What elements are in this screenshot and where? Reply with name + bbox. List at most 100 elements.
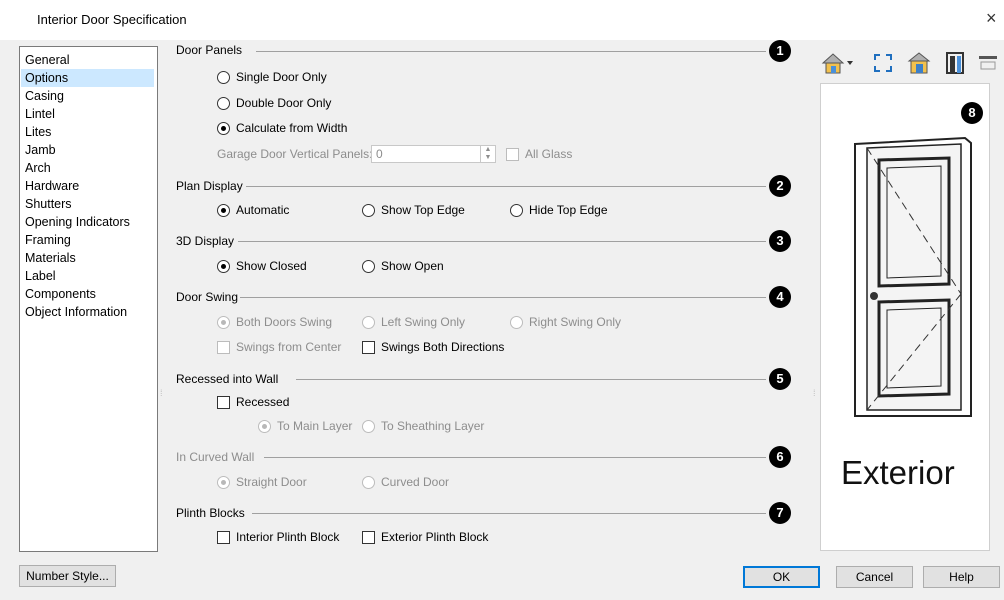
checkbox-label: Exterior Plinth Block (381, 530, 489, 544)
render-door-icon[interactable] (906, 50, 932, 76)
nav-item-opening-indicators[interactable]: Opening Indicators (21, 213, 154, 231)
nav-item-components[interactable]: Components (21, 285, 154, 303)
single-door-only-radio[interactable]: Single Door Only (217, 70, 327, 84)
radio-indicator (217, 203, 230, 217)
radio-indicator (362, 475, 375, 489)
to-sheathing-layer-radio[interactable]: To Sheathing Layer (362, 419, 484, 433)
nav-item-lintel[interactable]: Lintel (21, 105, 154, 123)
recessed-checkbox[interactable]: Recessed (217, 395, 289, 409)
door-panels-heading: Door Panels (176, 43, 243, 57)
show-open-radio[interactable]: Show Open (362, 259, 444, 273)
radio-label: Calculate from Width (236, 121, 348, 135)
radio-indicator (217, 315, 230, 329)
nav-item-label[interactable]: Label (21, 267, 154, 285)
cancel-button[interactable]: Cancel (836, 566, 913, 588)
3d-display-divider (238, 241, 766, 242)
calculate-from-width-radio[interactable]: Calculate from Width (217, 121, 347, 135)
radio-label: Single Door Only (236, 70, 327, 84)
nav-item-general[interactable]: General (21, 51, 154, 69)
radio-label: Automatic (236, 203, 290, 217)
garage-door-panels-spinner[interactable]: 0 ▲ ▼ (371, 145, 496, 163)
all-glass-checkbox[interactable]: All Glass (506, 147, 572, 161)
double-door-only-radio[interactable]: Double Door Only (217, 96, 331, 110)
callout-2: 2 (769, 175, 791, 197)
view-home-icon[interactable] (820, 50, 854, 76)
checkbox-box (362, 340, 375, 354)
fill-window-icon[interactable] (870, 50, 896, 76)
both-doors-swing-radio[interactable]: Both Doors Swing (217, 315, 332, 329)
plinth-blocks-divider (252, 513, 766, 514)
radio-label: Right Swing Only (529, 315, 622, 329)
radio-indicator (217, 475, 230, 489)
nav-item-materials[interactable]: Materials (21, 249, 154, 267)
checkbox-box (506, 147, 519, 161)
nav-item-object-information[interactable]: Object Information (21, 303, 154, 321)
automatic-radio[interactable]: Automatic (217, 203, 289, 217)
door-preview: 8 Exterior (820, 83, 990, 551)
callout-6: 6 (769, 446, 791, 468)
door-swing-divider (240, 297, 766, 298)
interior-plinth-block-checkbox[interactable]: Interior Plinth Block (217, 530, 339, 544)
radio-label: To Sheathing Layer (381, 419, 485, 433)
preview-options-icon[interactable] (976, 50, 1000, 76)
radio-indicator (217, 259, 230, 273)
ok-button[interactable]: OK (743, 566, 820, 588)
window-title: Interior Door Specification (37, 12, 187, 27)
help-button[interactable]: Help (923, 566, 1000, 588)
curved-door-radio[interactable]: Curved Door (362, 475, 449, 489)
nav-item-shutters[interactable]: Shutters (21, 195, 154, 213)
door-frame-icon[interactable] (942, 50, 968, 76)
checkbox-box (217, 340, 230, 354)
radio-indicator (362, 419, 375, 433)
callout-8: 8 (961, 102, 983, 124)
show-closed-radio[interactable]: Show Closed (217, 259, 307, 273)
exterior-plinth-block-checkbox[interactable]: Exterior Plinth Block (362, 530, 488, 544)
swings-both-directions-checkbox[interactable]: Swings Both Directions (362, 340, 504, 354)
plan-display-divider (246, 186, 766, 187)
close-icon[interactable]: × (986, 9, 997, 27)
to-main-layer-radio[interactable]: To Main Layer (258, 419, 352, 433)
radio-label: Double Door Only (236, 96, 332, 110)
spinner-value: 0 (376, 147, 383, 161)
panel-resize-grip-icon[interactable]: ⁞ (160, 388, 163, 398)
checkbox-box (217, 395, 230, 409)
nav-item-options[interactable]: Options (21, 69, 154, 87)
radio-label: Curved Door (381, 475, 450, 489)
nav-item-casing[interactable]: Casing (21, 87, 154, 105)
category-list: General Options Casing Lintel Lites Jamb… (19, 46, 158, 552)
nav-item-lites[interactable]: Lites (21, 123, 154, 141)
curved-wall-heading: In Curved Wall (176, 450, 255, 464)
radio-label: Show Open (381, 259, 444, 273)
plinth-blocks-heading: Plinth Blocks (176, 506, 245, 520)
straight-door-radio[interactable]: Straight Door (217, 475, 307, 489)
door-illustration (854, 136, 972, 417)
callout-5: 5 (769, 368, 791, 390)
callout-7: 7 (769, 502, 791, 524)
garage-door-panels-label: Garage Door Vertical Panels: (217, 147, 373, 161)
radio-label: Show Closed (236, 259, 307, 273)
left-swing-only-radio[interactable]: Left Swing Only (362, 315, 465, 329)
swings-from-center-checkbox[interactable]: Swings from Center (217, 340, 341, 354)
callout-4: 4 (769, 286, 791, 308)
right-swing-only-radio[interactable]: Right Swing Only (510, 315, 621, 329)
callout-3: 3 (769, 230, 791, 252)
radio-label: Show Top Edge (381, 203, 465, 217)
checkbox-label: Swings Both Directions (381, 340, 505, 354)
plan-display-heading: Plan Display (176, 179, 243, 193)
radio-indicator (258, 419, 271, 433)
3d-display-heading: 3D Display (176, 234, 235, 248)
show-top-edge-radio[interactable]: Show Top Edge (362, 203, 465, 217)
number-style-button[interactable]: Number Style... (19, 565, 116, 587)
hide-top-edge-radio[interactable]: Hide Top Edge (510, 203, 608, 217)
nav-item-framing[interactable]: Framing (21, 231, 154, 249)
nav-item-arch[interactable]: Arch (21, 159, 154, 177)
curved-wall-divider (264, 457, 766, 458)
preview-resize-grip-icon[interactable]: ⁞ (813, 388, 816, 398)
nav-item-hardware[interactable]: Hardware (21, 177, 154, 195)
nav-item-jamb[interactable]: Jamb (21, 141, 154, 159)
checkbox-label: Recessed (236, 395, 290, 409)
preview-caption: Exterior (841, 454, 955, 491)
spinner-arrows-icon[interactable]: ▲ ▼ (480, 146, 495, 162)
recessed-heading: Recessed into Wall (176, 372, 279, 386)
radio-indicator (362, 203, 375, 217)
